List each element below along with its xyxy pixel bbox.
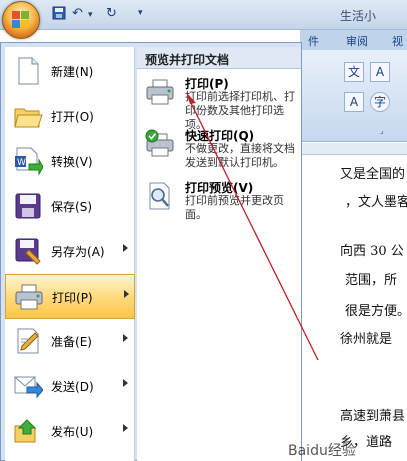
annotation-arrow	[186, 92, 319, 361]
watermark: Baidu经验	[288, 443, 356, 459]
